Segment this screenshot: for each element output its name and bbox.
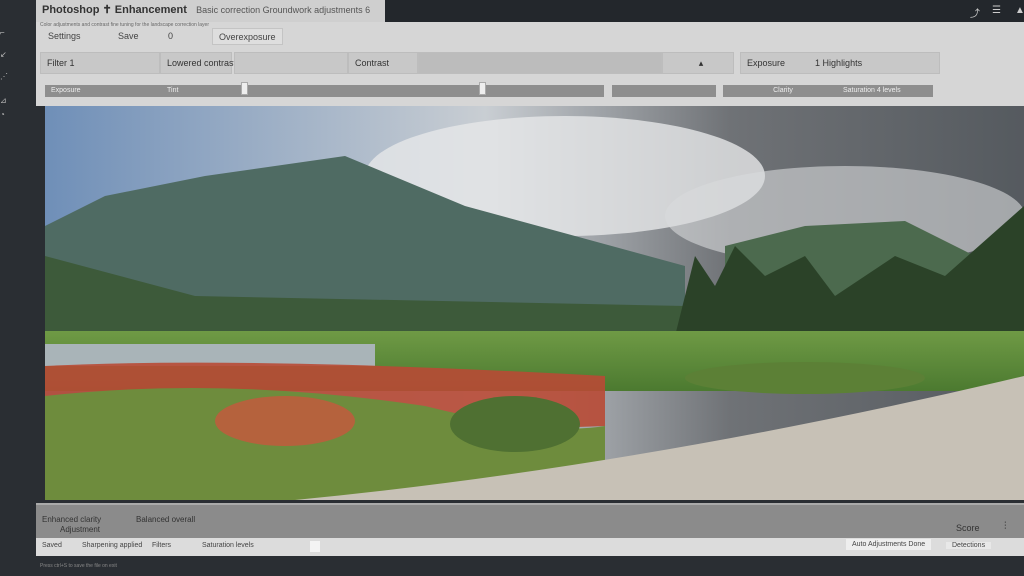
landscape-photo-canvas[interactable]	[45, 106, 1024, 500]
status-item: Saturation levels	[202, 542, 254, 549]
tool-icon[interactable]: ⊿	[0, 96, 10, 105]
contrast-mode-field[interactable]: Lowered contrast	[160, 52, 236, 74]
info-line-2: Adjustment	[60, 525, 101, 534]
app-title: Photoshop ✝ Enhancement Basic correction…	[42, 4, 371, 16]
contrast-field[interactable]: Contrast	[348, 52, 418, 74]
detections-button[interactable]: Detections	[946, 542, 992, 549]
filter-field[interactable]: Filter 1	[40, 52, 160, 74]
tab-settings[interactable]: Settings	[42, 28, 87, 45]
tool-icon[interactable]: ↙	[0, 50, 10, 59]
status-bar: Saved Sharpening applied Filters Saturat…	[36, 538, 1024, 556]
status-checkbox[interactable]	[310, 541, 320, 552]
lock-button[interactable]: ▴	[662, 52, 734, 74]
slider-3[interactable]	[612, 85, 716, 97]
tool-icon[interactable]: ◔	[0, 110, 10, 119]
menu-icon[interactable]: ☰	[992, 5, 1001, 16]
share-icon[interactable]: ⤴	[970, 5, 980, 20]
adjustment-panel: Color adjustments and contrast fine tuni…	[36, 22, 1024, 106]
tool-icon[interactable]: ⌐	[0, 28, 10, 37]
exposure-slider[interactable]: Exposure	[45, 85, 161, 97]
auto-adjust-button[interactable]: Auto Adjustments Done	[846, 539, 932, 550]
user-icon[interactable]: ▲	[1015, 5, 1024, 16]
landscape-image	[45, 106, 1024, 500]
tool-icon[interactable]: ⋰	[0, 72, 10, 81]
menu-icon[interactable]: ⫶	[1004, 521, 1007, 532]
status-item: Filters	[152, 542, 172, 549]
score-label: Score	[956, 523, 980, 533]
empty-field[interactable]	[234, 52, 348, 74]
window-controls-bar: ⤴ ☰ ▲	[385, 0, 1024, 22]
blank-field[interactable]	[418, 52, 662, 74]
slider-handle[interactable]	[479, 82, 486, 95]
slider-handle[interactable]	[241, 82, 248, 95]
tint-slider[interactable]: Tint	[161, 85, 604, 97]
tab-save[interactable]: Save	[112, 28, 145, 45]
status-item: Saved	[42, 542, 62, 549]
saturation-slider[interactable]: Saturation 4 levels	[837, 85, 933, 97]
left-sidebar: ⌐ ↙ ⋰ ⊿ ◔	[0, 0, 36, 576]
exposure-field[interactable]: Exposure 1 Highlights	[740, 52, 940, 74]
clarity-slider[interactable]: Clarity	[723, 85, 837, 97]
status-item: Sharpening applied	[82, 542, 143, 549]
title-bar: Photoshop ✝ Enhancement Basic correction…	[36, 0, 385, 22]
footer-hint: Press ctrl+S to save the file on exit	[40, 563, 117, 569]
tab-number[interactable]: 0	[162, 28, 179, 45]
info-line-1b: Balanced overall	[136, 515, 196, 524]
info-panel: Enhanced clarity Balanced overall Adjust…	[36, 503, 1024, 538]
info-line-1a: Enhanced clarity	[42, 515, 102, 524]
tab-overexposure[interactable]: Overexposure	[212, 28, 283, 45]
